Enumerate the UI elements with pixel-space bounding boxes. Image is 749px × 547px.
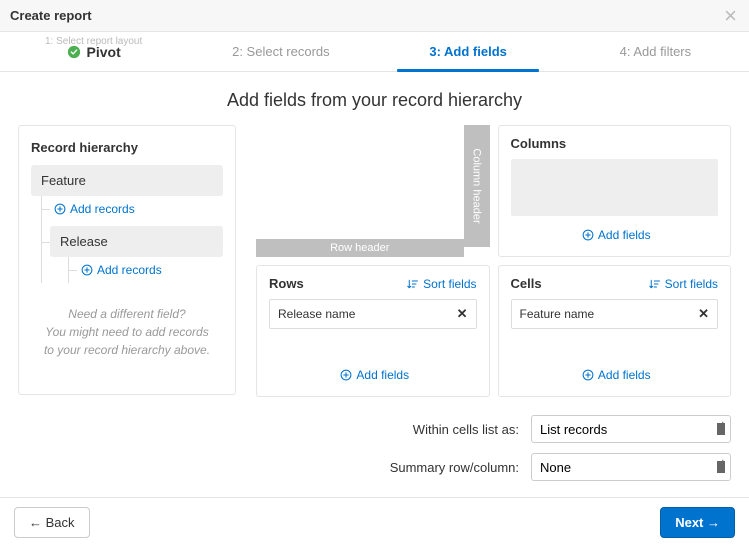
remove-icon[interactable]: ✕ xyxy=(698,306,709,322)
within-cells-label: Within cells list as: xyxy=(413,422,519,437)
plus-circle-icon xyxy=(582,369,594,381)
summary-select[interactable]: None xyxy=(531,453,731,481)
close-icon[interactable]: × xyxy=(720,5,741,27)
columns-add-fields[interactable]: Add fields xyxy=(511,222,719,248)
sort-icon xyxy=(649,278,661,290)
row-header-label: Row header xyxy=(256,239,464,257)
plus-circle-icon xyxy=(340,369,352,381)
within-cells-select[interactable]: List records xyxy=(531,415,731,443)
record-hierarchy-panel: Record hierarchy Feature Add records Rel… xyxy=(18,125,236,395)
add-records-link-1[interactable]: Add records xyxy=(50,196,135,222)
cells-add-fields[interactable]: Add fields xyxy=(511,362,719,388)
cells-title: Cells xyxy=(511,276,542,291)
back-button[interactable]: ← Back xyxy=(14,507,90,538)
step-3[interactable]: 3: Add fields xyxy=(375,32,562,71)
modal-title: Create report xyxy=(10,8,92,23)
zone-options: Within cells list as: List records ▴▾ Su… xyxy=(0,397,749,481)
wizard-footer: ← Back Next → xyxy=(0,497,749,547)
plus-circle-icon xyxy=(81,264,93,276)
rows-title: Rows xyxy=(269,276,304,291)
step-1[interactable]: 1: Select report layout Pivot xyxy=(0,32,187,71)
plus-circle-icon xyxy=(582,229,594,241)
record-hierarchy-heading: Record hierarchy xyxy=(31,140,223,155)
step-1-sublabel: 1: Select report layout xyxy=(45,36,142,47)
hierarchy-hint: Need a different field? You might need t… xyxy=(31,305,223,359)
rows-chip-release-name[interactable]: Release name ✕ xyxy=(269,299,477,329)
add-records-link-2[interactable]: Add records xyxy=(77,257,162,283)
fields-layout-grid: Column header Row header Columns Add fie… xyxy=(256,125,731,397)
rows-add-fields[interactable]: Add fields xyxy=(269,362,477,388)
page-title: Add fields from your record hierarchy xyxy=(0,72,749,125)
rows-zone: Rows Sort fields Release name ✕ Add fiel… xyxy=(256,265,490,397)
hierarchy-item-feature[interactable]: Feature xyxy=(31,165,223,196)
cells-chip-feature-name[interactable]: Feature name ✕ xyxy=(511,299,719,329)
column-header-label: Column header xyxy=(464,125,490,247)
remove-icon[interactable]: ✕ xyxy=(457,306,468,322)
step-4[interactable]: 4: Add filters xyxy=(562,32,749,71)
hierarchy-item-release[interactable]: Release xyxy=(50,226,223,257)
columns-title: Columns xyxy=(511,136,567,151)
summary-label: Summary row/column: xyxy=(390,460,519,475)
preview-grid-headers: Column header Row header xyxy=(256,125,490,257)
sort-icon xyxy=(407,278,419,290)
wizard-steps: 1: Select report layout Pivot 2: Select … xyxy=(0,32,749,72)
columns-zone: Columns Add fields xyxy=(498,125,732,257)
plus-circle-icon xyxy=(54,203,66,215)
step-2[interactable]: 2: Select records xyxy=(187,32,374,71)
modal-header: Create report × xyxy=(0,0,749,32)
cells-sort-fields[interactable]: Sort fields xyxy=(649,277,718,291)
cells-zone: Cells Sort fields Feature name ✕ Add fie… xyxy=(498,265,732,397)
next-button[interactable]: Next → xyxy=(660,507,735,538)
rows-sort-fields[interactable]: Sort fields xyxy=(407,277,476,291)
columns-dropzone[interactable] xyxy=(511,159,719,216)
